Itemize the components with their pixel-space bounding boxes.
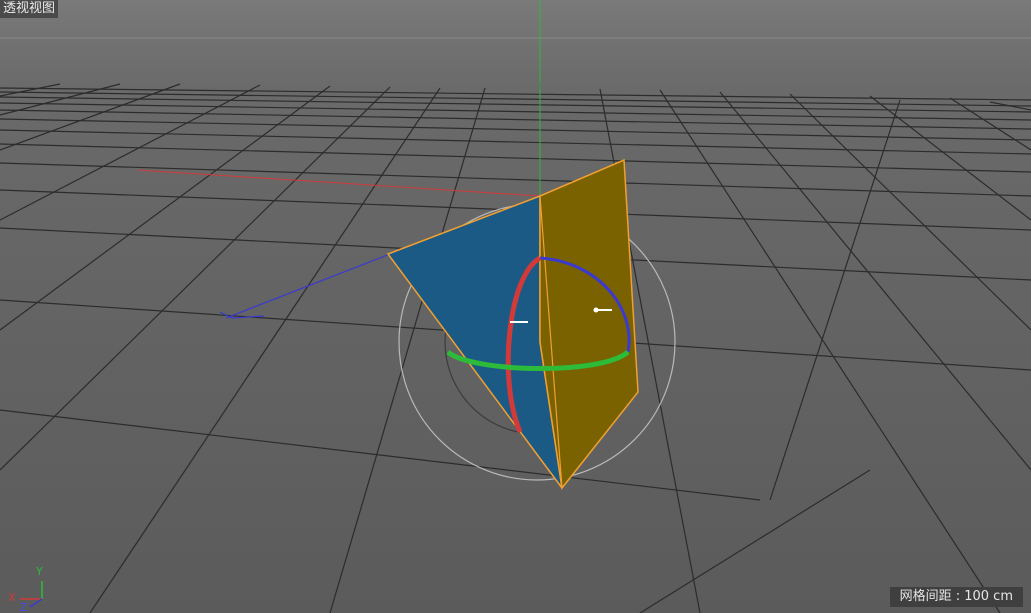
world-z-axis [225, 253, 391, 319]
rotation-handle-dot-icon[interactable] [593, 307, 599, 313]
polygon-face-blue[interactable] [386, 194, 563, 489]
axis-label-x: X [8, 591, 16, 604]
viewport-scene[interactable] [0, 0, 1031, 613]
axis-label-y: Y [36, 565, 43, 578]
viewport-title[interactable]: 透视视图 [0, 0, 59, 18]
axis-label-z: Z [20, 601, 28, 613]
polygon-face-gold[interactable] [539, 158, 639, 490]
perspective-viewport[interactable]: 透视视图 Y X Z 网格间距 : 100 cm [0, 0, 1031, 613]
grid-spacing-status: 网格间距 : 100 cm [889, 587, 1023, 607]
axis-gizmo-icon: Y X Z [0, 523, 70, 613]
